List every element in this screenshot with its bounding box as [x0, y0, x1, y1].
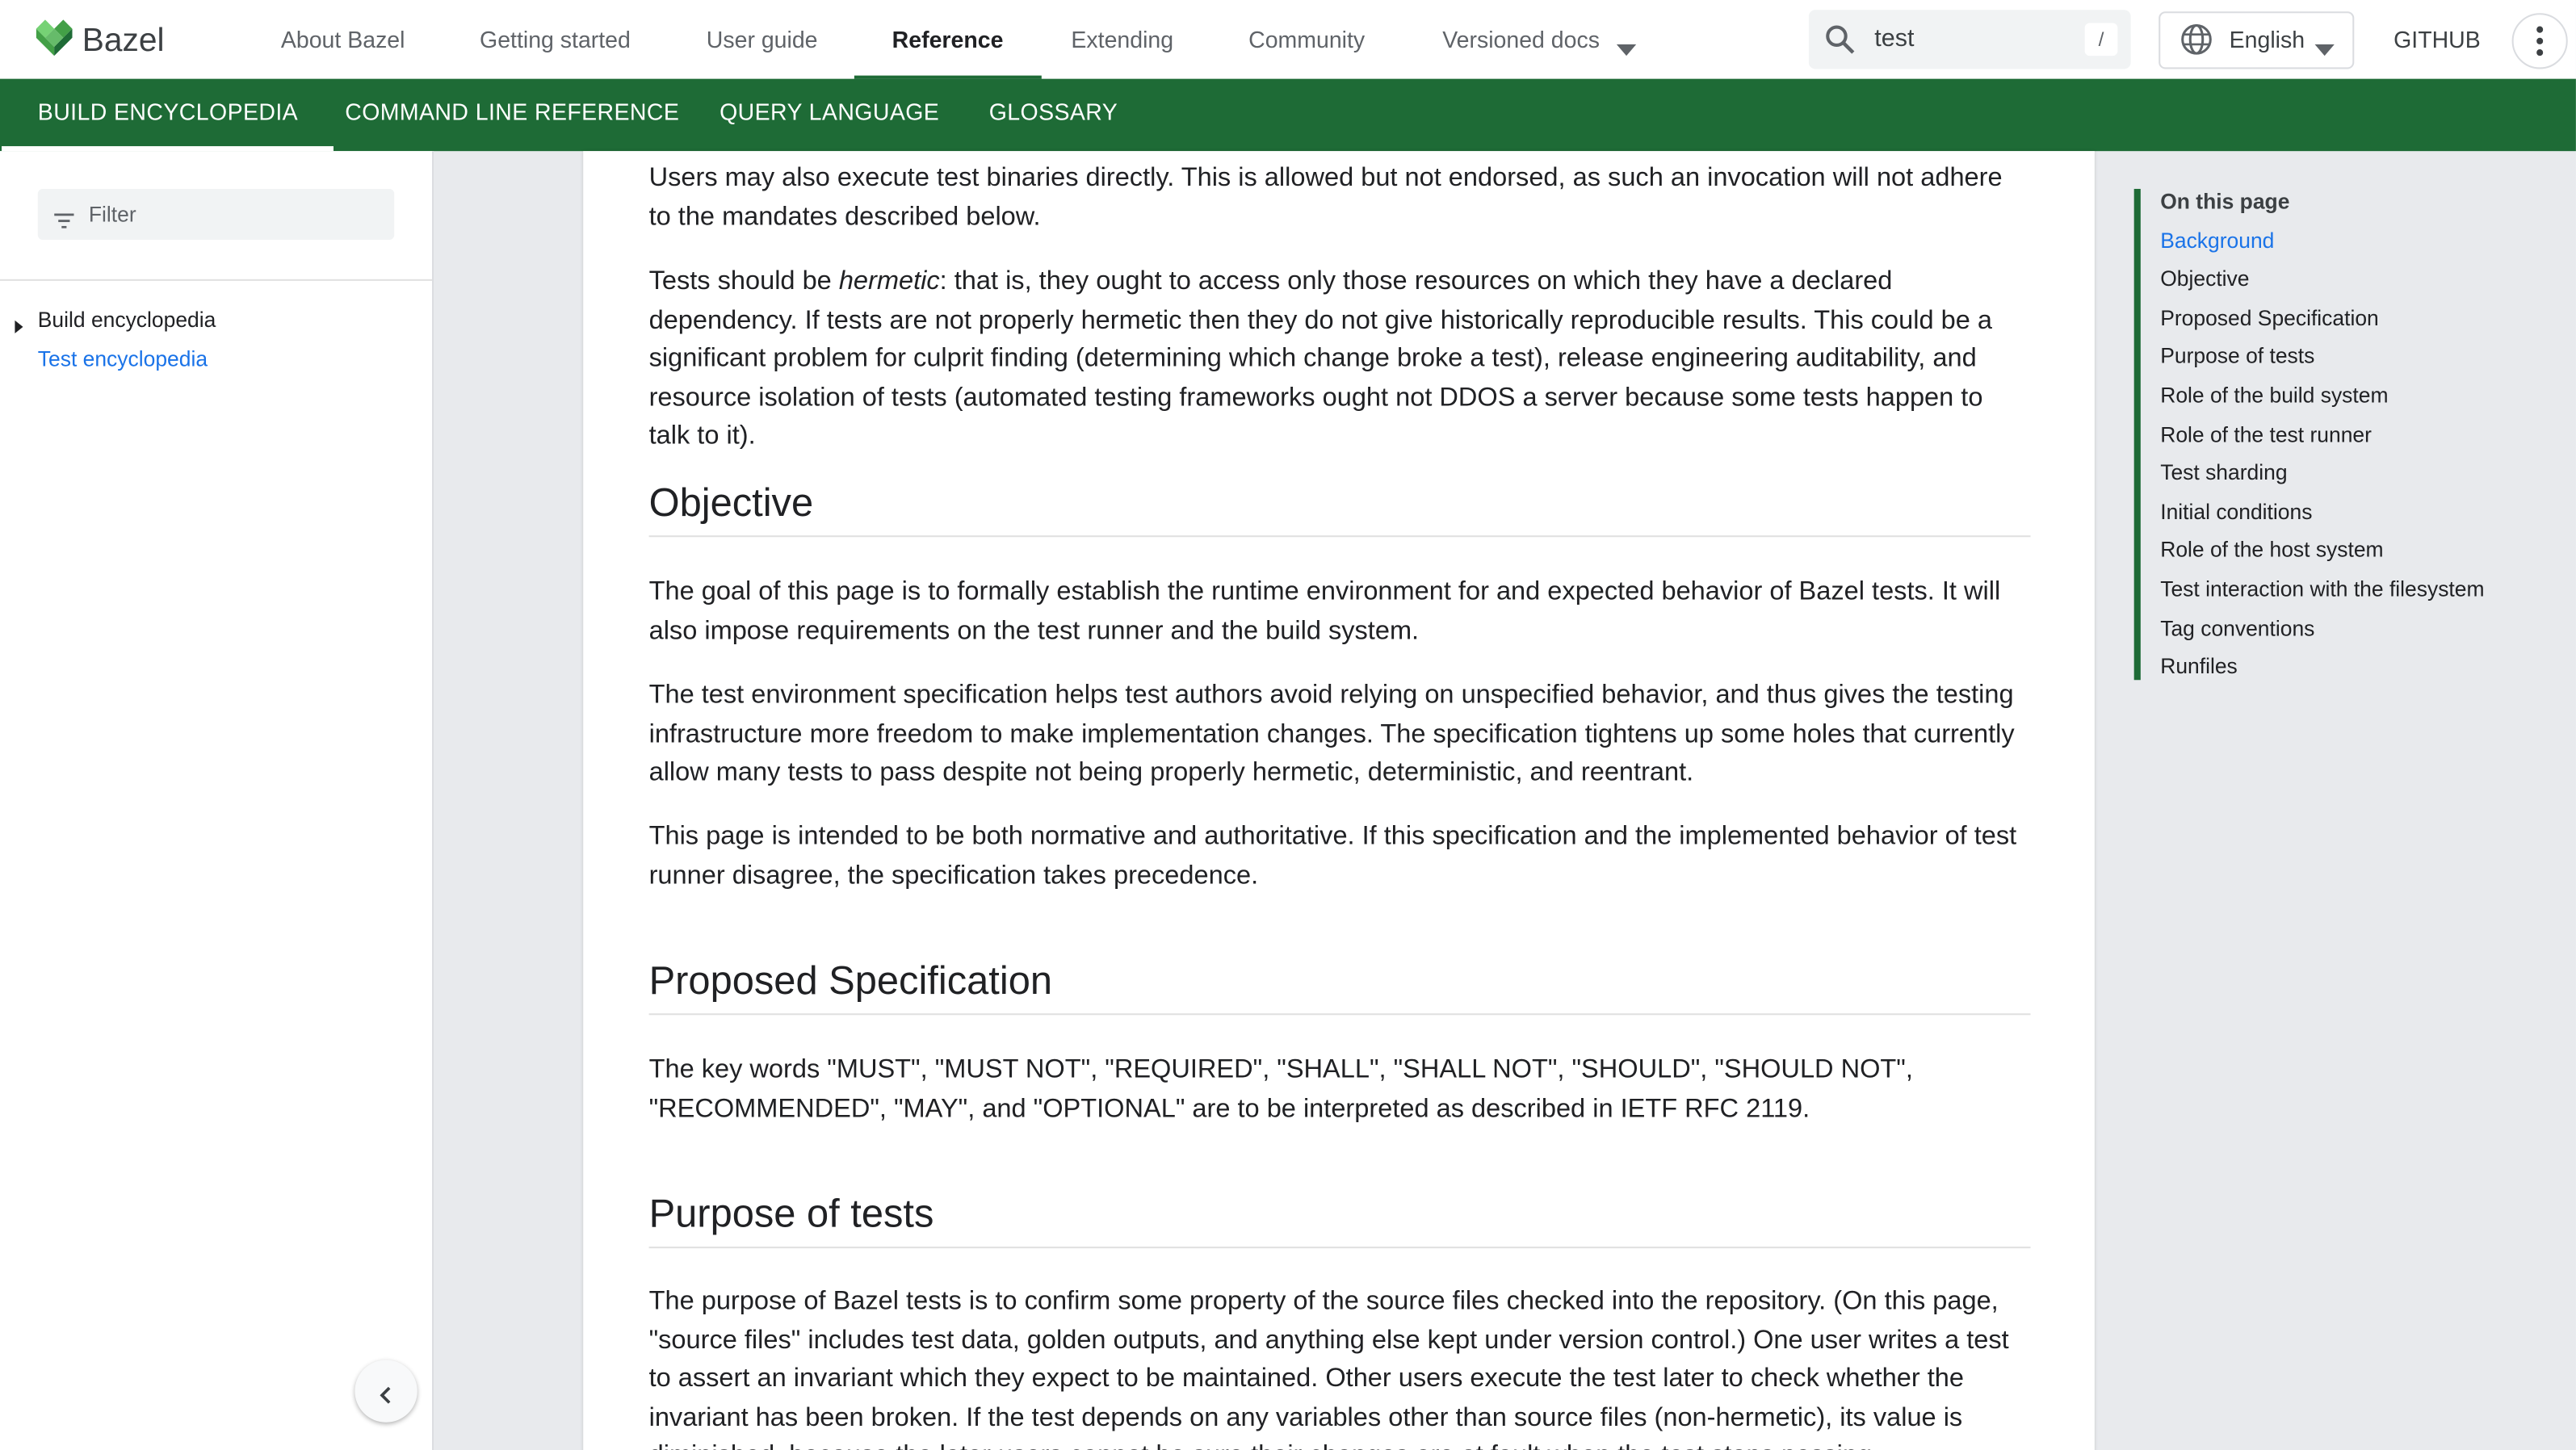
search-box[interactable]: test /	[1808, 10, 2131, 69]
text-span: Tests should be	[648, 267, 839, 296]
article-content: Users may also execute test binaries dir…	[583, 151, 2095, 1450]
toc-link-test-interaction-filesystem[interactable]: Test interaction with the filesystem	[2160, 576, 2484, 601]
search-input[interactable]: test	[1874, 25, 1914, 53]
top-navigation-bar: Bazel About Bazel Getting started User g…	[0, 0, 2576, 79]
toc-link-test-sharding[interactable]: Test sharding	[2160, 460, 2287, 485]
bazel-logo-icon	[36, 19, 73, 64]
search-icon	[1825, 25, 1855, 63]
github-link[interactable]: GITHUB	[2393, 0, 2481, 79]
filter-input[interactable]: Filter	[37, 188, 395, 241]
heading-purpose-of-tests: Purpose of tests	[648, 1192, 2031, 1249]
paragraph: This page is intended to be both normati…	[648, 823, 2017, 890]
home-link[interactable]: Bazel	[36, 19, 165, 64]
nav-community[interactable]: Community	[1248, 0, 1365, 79]
toc-title: On this page	[2160, 188, 2290, 214]
reference-tab-bar: BUILD ENCYCLOPEDIA COMMAND LINE REFERENC…	[0, 78, 2576, 152]
caret-right-icon[interactable]	[15, 312, 23, 342]
nav-reference[interactable]: Reference	[854, 0, 1041, 79]
language-selector[interactable]: English	[2159, 11, 2355, 69]
toc-link-role-of-test-runner[interactable]: Role of the test runner	[2160, 421, 2372, 446]
paragraph: The test environment specification helps…	[648, 681, 2015, 787]
nav-extending[interactable]: Extending	[1071, 0, 1173, 79]
language-label: English	[2229, 26, 2305, 53]
heading-proposed-specification: Proposed Specification	[648, 959, 2031, 1016]
nav-user-guide[interactable]: User guide	[707, 0, 818, 79]
nav-about-bazel[interactable]: About Bazel	[281, 0, 405, 79]
tab-build-encyclopedia[interactable]: BUILD ENCYCLOPEDIA	[1, 79, 335, 152]
more-options-button[interactable]	[2511, 13, 2568, 69]
chevron-down-icon	[2314, 35, 2335, 65]
paragraph: Users may also execute test binaries dir…	[648, 164, 2003, 232]
filter-placeholder: Filter	[88, 202, 136, 227]
toc-link-initial-conditions[interactable]: Initial conditions	[2160, 499, 2312, 524]
toc-link-role-of-build-system[interactable]: Role of the build system	[2160, 383, 2388, 408]
table-of-contents: On this page Background Objective Propos…	[2133, 188, 2568, 681]
collapse-sidebar-button[interactable]	[355, 1360, 417, 1423]
chevron-down-icon[interactable]	[1616, 35, 1637, 65]
sidebar-divider	[0, 279, 433, 281]
more-vert-icon	[2536, 26, 2544, 65]
toc-link-tag-conventions[interactable]: Tag conventions	[2160, 615, 2314, 640]
search-shortcut-key: /	[2084, 23, 2118, 57]
tab-command-line-reference[interactable]: COMMAND LINE REFERENCE	[345, 79, 679, 152]
paragraph-hermetic: Tests should be hermetic: that is, they …	[649, 263, 2029, 457]
toc-link-background[interactable]: Background	[2160, 228, 2274, 253]
tab-glossary[interactable]: GLOSSARY	[989, 79, 1118, 152]
toc-link-objective[interactable]: Objective	[2160, 266, 2249, 291]
heading-objective: Objective	[648, 481, 2031, 538]
nav-versioned-docs[interactable]: Versioned docs	[1442, 0, 1600, 79]
emphasis-hermetic: hermetic	[838, 267, 940, 296]
chevron-left-icon	[380, 1383, 391, 1413]
paragraph: The purpose of Bazel tests is to confirm…	[648, 1287, 2009, 1450]
toc-link-role-of-host-system[interactable]: Role of the host system	[2160, 538, 2383, 563]
paragraph: The key words "MUST", "MUST NOT", "REQUI…	[648, 1056, 1913, 1123]
toc-link-runfiles[interactable]: Runfiles	[2160, 654, 2238, 679]
filter-icon	[54, 207, 74, 237]
toc-link-purpose-of-tests[interactable]: Purpose of tests	[2160, 344, 2314, 369]
toc-link-proposed-specification[interactable]: Proposed Specification	[2160, 305, 2379, 330]
tab-query-language[interactable]: QUERY LANGUAGE	[720, 79, 939, 152]
nav-getting-started[interactable]: Getting started	[480, 0, 631, 79]
sidebar-item-build-encyclopedia[interactable]: Build encyclopedia	[38, 307, 216, 332]
paragraph: The goal of this page is to formally est…	[648, 578, 2001, 645]
globe-icon	[2180, 23, 2213, 64]
left-sidebar: Filter Build encyclopedia Test encyclope…	[0, 151, 434, 1450]
brand-name: Bazel	[82, 23, 165, 60]
bazel-docs-page: { "brand": {"name": "Bazel", "logo_icon"…	[0, 0, 2576, 1450]
sidebar-item-test-encyclopedia[interactable]: Test encyclopedia	[38, 346, 208, 371]
